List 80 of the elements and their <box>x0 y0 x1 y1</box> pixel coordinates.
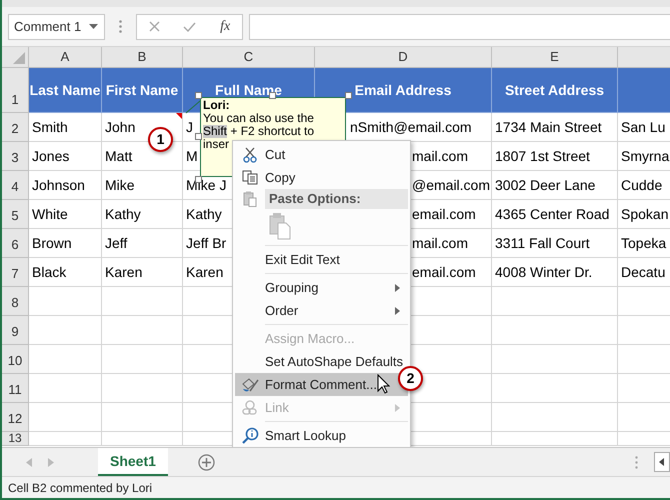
column-header[interactable]: E <box>492 47 618 68</box>
column-header[interactable]: B <box>102 47 183 68</box>
row-header[interactable]: 5 <box>2 200 29 229</box>
cut-icon <box>243 146 257 162</box>
step-number-badge: 2 <box>398 366 423 391</box>
header-cell <box>618 68 670 113</box>
grip-icon <box>119 20 122 33</box>
table-cell: Black <box>29 258 102 287</box>
menu-item[interactable]: Order <box>235 299 408 322</box>
table-cell: Jones <box>29 142 102 171</box>
menu-item[interactable]: Smart Lookup <box>235 424 408 447</box>
table-cell: Decatu <box>618 258 670 287</box>
table-cell: Topeka <box>618 229 670 258</box>
header-cell: Last Name <box>29 68 102 113</box>
menu-section-header: Paste Options: <box>265 189 408 209</box>
table-cell: White <box>29 200 102 229</box>
row-header[interactable]: 11 <box>2 374 29 403</box>
cancel-icon[interactable] <box>148 21 160 32</box>
header-cell: First Name <box>102 68 183 113</box>
insert-function-button[interactable]: fx <box>220 16 230 37</box>
table-cell: 3002 Deer Lane <box>492 171 618 200</box>
sheet-tab[interactable]: Sheet1 <box>98 448 168 476</box>
grip-icon <box>635 456 638 468</box>
table-cell: Kathy <box>102 200 183 229</box>
row-header[interactable]: 8 <box>2 287 29 316</box>
resize-handle[interactable] <box>345 92 352 99</box>
table-cell: 3311 Fall Court <box>492 229 618 258</box>
column-header[interactable]: C <box>183 47 315 68</box>
enter-icon[interactable] <box>183 22 196 32</box>
resize-handle[interactable] <box>195 92 202 99</box>
row-header[interactable]: 10 <box>2 345 29 374</box>
mouse-cursor-icon <box>377 374 390 394</box>
format-shape-icon <box>241 376 259 392</box>
column-header[interactable]: A <box>29 47 102 68</box>
paste-icon <box>243 191 257 207</box>
name-box-value: Comment 1 <box>14 18 82 36</box>
column-header[interactable]: D <box>315 47 492 68</box>
row-header[interactable]: 1 <box>2 68 29 113</box>
header-cell: Email Address <box>315 68 492 113</box>
name-box[interactable]: Comment 1 <box>8 14 105 40</box>
table-cell: Brown <box>29 229 102 258</box>
leader-line <box>184 99 202 115</box>
table-cell: Spokan <box>618 200 670 229</box>
smart-lookup-icon <box>242 427 258 444</box>
row-header[interactable]: 9 <box>2 316 29 345</box>
selected-text: Shift <box>203 125 228 138</box>
table-cell: 4008 Winter Dr. <box>492 258 618 287</box>
menu-item[interactable]: Format Comment... <box>235 373 408 396</box>
header-cell: Street Address <box>492 68 618 113</box>
formula-input[interactable] <box>249 14 670 40</box>
comment-text: + F2 shortcut to <box>229 125 314 138</box>
table-cell: 4365 Center Road <box>492 200 618 229</box>
table-cell: Jeff <box>102 229 183 258</box>
scroll-left-icon[interactable] <box>654 452 670 472</box>
table-cell: Smyrna <box>618 142 670 171</box>
table-cell: San Lu <box>618 113 670 142</box>
paste-button[interactable] <box>269 212 291 240</box>
resize-handle[interactable] <box>195 133 202 140</box>
row-header[interactable]: 12 <box>2 403 29 432</box>
table-cell: 1734 Main Street <box>492 113 618 142</box>
table-cell: Johnson <box>29 171 102 200</box>
table-cell: Karen <box>102 258 183 287</box>
row-header[interactable]: 4 <box>2 171 29 200</box>
row-header[interactable]: 2 <box>2 113 29 142</box>
new-sheet-icon[interactable] <box>198 454 215 470</box>
table-cell: 1807 1st Street <box>492 142 618 171</box>
step-number-badge: 1 <box>148 127 173 152</box>
comment-text: You can also use the <box>203 112 315 125</box>
comment-author: Lori: <box>203 99 231 112</box>
row-header[interactable]: 3 <box>2 142 29 171</box>
table-cell: Mike <box>102 171 183 200</box>
copy-icon <box>242 170 258 185</box>
status-text: Cell B2 commented by Lori <box>8 480 152 496</box>
table-cell: Smith <box>29 113 102 142</box>
table-cell: Cudde <box>618 171 670 200</box>
row-header[interactable]: 7 <box>2 258 29 287</box>
row-header[interactable]: 6 <box>2 229 29 258</box>
row-header[interactable]: 13 <box>2 432 29 446</box>
link-icon <box>242 400 258 416</box>
dropdown-caret-icon[interactable] <box>89 24 98 29</box>
